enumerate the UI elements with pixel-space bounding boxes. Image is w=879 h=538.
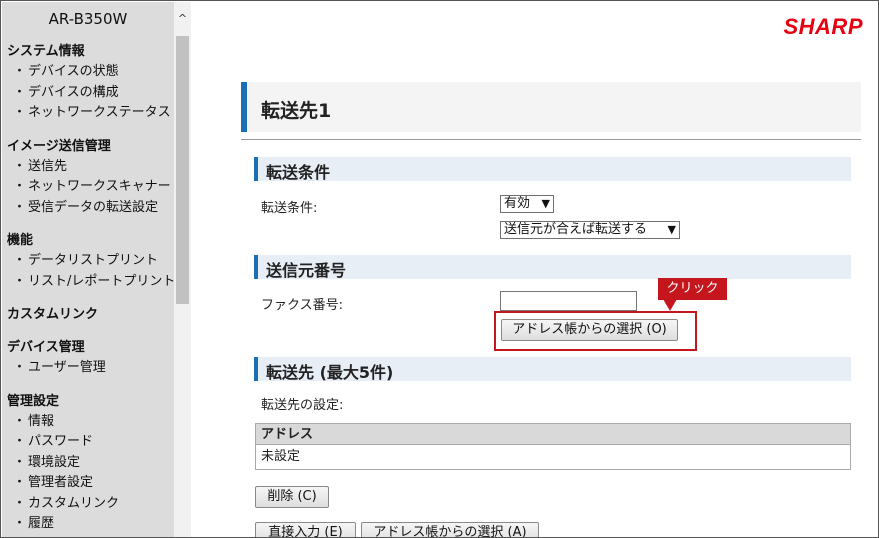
destination-setting-label: 転送先の設定: — [261, 398, 344, 413]
sidebar-item-destination[interactable]: 送信先 — [7, 157, 172, 178]
section-header-destinations: 転送先 (最大5件) — [254, 357, 851, 382]
forward-mode-select[interactable]: 送信元が合えば転送する ▼ — [500, 221, 680, 239]
sidebar-category-admin-settings[interactable]: 管理設定 — [7, 392, 172, 412]
sidebar-item-admin-setup[interactable]: 管理者設定 — [7, 473, 172, 494]
sidebar-item-password[interactable]: パスワード — [7, 432, 172, 453]
chevron-down-icon: ▼ — [667, 223, 676, 236]
forward-mode-select-value: 送信元が合えば転送する — [504, 222, 648, 237]
click-callout: クリック — [658, 278, 727, 300]
sidebar-item-data-list-print[interactable]: データリストプリント — [7, 251, 172, 272]
sidebar: AR-B350W システム情報 デバイスの状態 デバイスの構成 ネットワークステ… — [2, 2, 174, 537]
delete-button[interactable]: 削除 (C) — [255, 486, 329, 508]
section-header-forward-condition: 転送条件 — [254, 157, 851, 182]
click-highlight-box — [494, 311, 697, 351]
sidebar-category-system-info[interactable]: システム情報 — [7, 42, 172, 62]
fax-number-label: ファクス番号: — [261, 298, 343, 313]
address-book-select-button-a[interactable]: アドレス帳からの選択 (A) — [361, 522, 539, 537]
enable-select-value: 有効 — [504, 196, 531, 211]
sidebar-item-device-config[interactable]: デバイスの構成 — [7, 83, 172, 104]
model-name: AR-B350W — [48, 10, 128, 28]
sidebar-item-info[interactable]: 情報 — [7, 412, 172, 433]
sidebar-category-custom-link[interactable]: カスタムリンク — [7, 305, 172, 325]
sidebar-item-network-status[interactable]: ネットワークステータス — [7, 103, 172, 124]
sidebar-item-network-scanner[interactable]: ネットワークスキャナー — [7, 177, 172, 198]
section-title: 転送先 (最大5件) — [266, 363, 394, 382]
window-frame: AR-B350W システム情報 デバイスの状態 デバイスの構成 ネットワークステ… — [0, 0, 879, 538]
main-content: SHARP 転送先1 転送条件 転送条件: 有効 ▼ 送信元が合えば転送する ▼… — [191, 2, 878, 537]
chevron-down-icon: ▼ — [541, 197, 550, 210]
callout-pointer — [663, 299, 677, 311]
sidebar-item-history[interactable]: 履歴 — [7, 514, 172, 535]
sidebar-item-report-print[interactable]: リスト/レポートプリント — [7, 272, 174, 293]
sidebar-item-custom-link[interactable]: カスタムリンク — [7, 494, 172, 515]
sidebar-item-device-status[interactable]: デバイスの状態 — [7, 62, 172, 83]
fax-number-input[interactable] — [500, 291, 637, 311]
sidebar-item-user-management[interactable]: ユーザー管理 — [7, 358, 172, 379]
section-title: 転送条件 — [266, 163, 331, 182]
table-row[interactable]: 未設定 — [256, 445, 850, 469]
sharp-logo: SHARP — [783, 14, 863, 39]
section-title: 送信元番号 — [266, 261, 347, 280]
forward-condition-label: 転送条件: — [261, 201, 318, 216]
direct-input-button[interactable]: 直接入力 (E) — [255, 522, 356, 537]
scrollbar-thumb[interactable] — [176, 36, 189, 304]
sidebar-category-device-management[interactable]: デバイス管理 — [7, 338, 172, 358]
sidebar-nav: システム情報 デバイスの状態 デバイスの構成 ネットワークステータス イメージ送… — [7, 42, 174, 535]
sidebar-category-functions[interactable]: 機能 — [7, 231, 172, 251]
table-header-address: アドレス — [256, 424, 850, 445]
section-header-sender-number: 送信元番号 — [254, 255, 851, 280]
destination-table: アドレス 未設定 — [255, 423, 851, 470]
enable-select[interactable]: 有効 ▼ — [500, 195, 554, 213]
sidebar-scrollbar[interactable]: ^ — [174, 2, 191, 537]
page-title-bar: 転送先1 — [241, 82, 861, 132]
sidebar-item-environment[interactable]: 環境設定 — [7, 453, 172, 474]
sidebar-item-forward-settings[interactable]: 受信データの転送設定 — [7, 198, 172, 219]
divider — [241, 139, 861, 140]
page-title: 転送先1 — [261, 100, 332, 122]
scroll-up-icon[interactable]: ^ — [174, 12, 191, 26]
sidebar-category-image-send[interactable]: イメージ送信管理 — [7, 137, 172, 157]
